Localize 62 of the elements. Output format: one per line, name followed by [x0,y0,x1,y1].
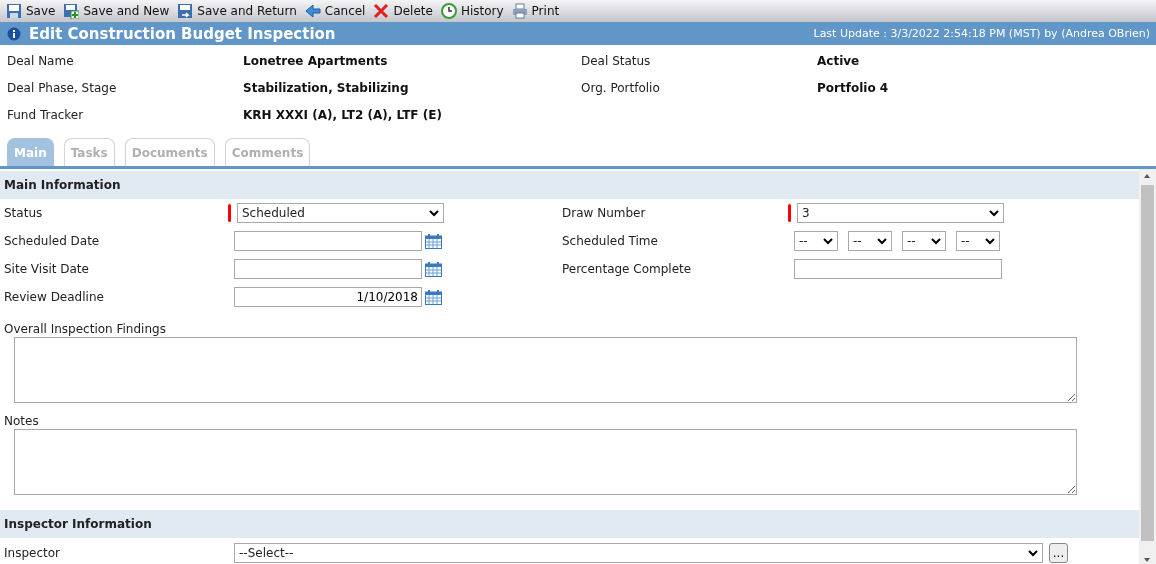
toolbar-button[interactable]: Save and Return [175,1,303,21]
toolbar-button[interactable]: Delete [371,1,439,21]
field-label: Review Deadline [4,290,105,304]
last-update: Last Update : 3/3/2022 2:54:18 PM (MST) by (Andrea OBrien) [813,27,1150,40]
field-value: KRH XXXI (A), LT2 (A), LTF (E) [243,107,443,122]
toolbar-button[interactable]: Print [509,1,566,21]
clock-icon [440,3,457,19]
dropdown[interactable]: -- [794,231,838,251]
input-field[interactable] [794,259,1002,279]
calendar-icon [425,261,442,277]
floppy-plus-icon [63,3,80,19]
chevron-down-icon [931,237,941,245]
page-title: Edit Construction Budget Inspection [29,24,336,43]
calendar-icon [425,289,442,305]
field-label: Deal Phase, Stage [7,80,118,95]
chevron-down-icon [985,237,995,245]
date-field[interactable] [234,231,422,251]
field-label: Inspector [4,546,61,560]
field-label: Deal Status [581,53,652,68]
text-area[interactable] [14,429,1077,495]
date-field[interactable] [234,259,422,279]
toolbar-button[interactable]: History [438,1,510,21]
field-value: Lonetree Apartments [243,53,389,68]
field-label: Org. Portfolio [581,80,661,95]
lookup-button[interactable]: ... [1049,543,1068,563]
field-label: Site Visit Date [4,262,90,276]
field-value: Portfolio 4 [817,80,890,95]
printer-icon [511,3,528,19]
dropdown[interactable]: -- [902,231,946,251]
date-field[interactable]: 1/10/2018 [234,287,422,307]
dropdown[interactable]: Scheduled [237,203,444,223]
toolbar-button[interactable]: Save and New [61,1,176,21]
section-header: Main Information [0,171,1139,199]
toolbar-button[interactable]: Cancel [302,1,372,21]
section-header: Inspector Information [0,510,1139,538]
chevron-down-icon [877,237,887,245]
text-area[interactable] [14,337,1077,403]
field-label: Status [4,206,44,220]
field-label: Scheduled Time [562,234,659,248]
field-label: Deal Name [7,53,75,68]
field-value: Stabilization, Stabilizing [243,80,410,95]
chevron-down-icon [823,237,833,245]
calendar-icon [425,233,442,249]
field-label: Overall Inspection Findings [3,322,167,337]
dropdown[interactable]: -- [956,231,1000,251]
x-icon [373,3,390,19]
chevron-down-icon [1028,549,1038,557]
chevron-down-icon [989,209,999,217]
field-label: Notes [3,414,40,429]
dropdown[interactable]: 3 [797,203,1004,223]
field-value: Active [817,53,861,68]
info-icon [7,26,21,41]
field-label: Fund Tracker [7,107,85,122]
toolbar-button[interactable]: Save [4,1,62,21]
field-label: Scheduled Date [4,234,101,248]
dropdown[interactable]: -- [848,231,892,251]
left-arrow-icon [304,3,321,19]
dropdown[interactable]: --Select-- [234,543,1043,563]
scrollbar[interactable] [1139,169,1156,564]
field-label: Draw Number [562,206,647,220]
field-label: Percentage Complete [562,262,693,276]
chevron-down-icon [429,209,439,217]
